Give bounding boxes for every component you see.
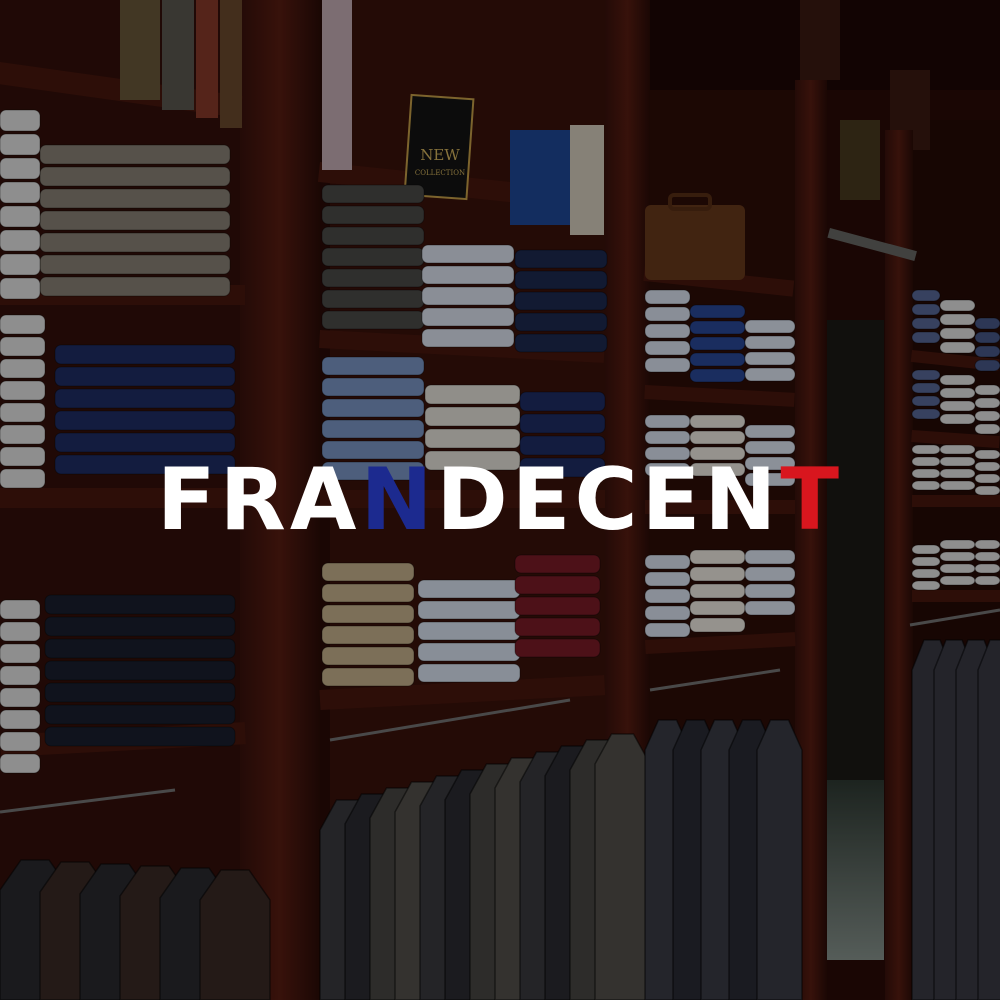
logo-part-1: FRA	[156, 450, 361, 550]
logo-part-2: N	[360, 450, 437, 550]
logo-part-4: T	[780, 450, 844, 550]
store-photo: NEW COLLECTION FRANDECENT	[0, 0, 1000, 1000]
logo-part-3: DECEN	[436, 450, 781, 550]
brand-logo: FRANDECENT	[0, 452, 1000, 548]
